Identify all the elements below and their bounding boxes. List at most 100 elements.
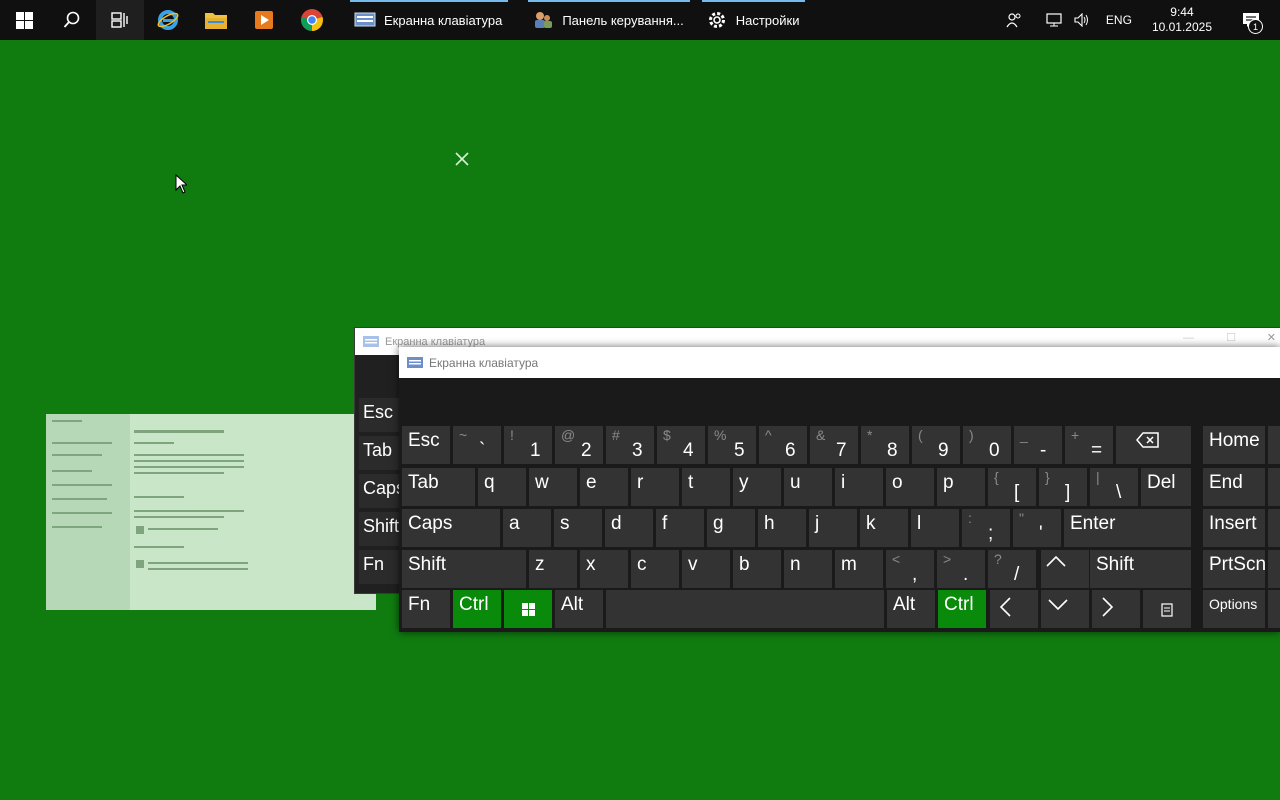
key-sym[interactable]: {[ <box>988 468 1036 506</box>
key-0[interactable]: ) 0 <box>963 426 1011 464</box>
volume-button[interactable] <box>1068 0 1096 40</box>
key-y[interactable]: y <box>733 468 781 506</box>
key-caps[interactable]: Caps <box>359 474 405 508</box>
key-s[interactable]: s <box>554 509 602 547</box>
key-o[interactable]: o <box>886 468 934 506</box>
language-indicator[interactable]: ENG <box>1096 0 1142 40</box>
key-k[interactable]: k <box>860 509 908 547</box>
settings-window-thumbnail[interactable] <box>46 414 376 610</box>
key-alt[interactable]: Alt <box>887 590 935 628</box>
key-sym[interactable]: " ' <box>1013 509 1061 547</box>
key-options[interactable]: Options <box>1203 590 1265 628</box>
key-tab[interactable]: Tab <box>402 468 475 506</box>
key-sym[interactable]: }] <box>1039 468 1087 506</box>
maximize-icon[interactable]: ☐ <box>1226 331 1236 344</box>
media-player-button[interactable] <box>240 0 288 40</box>
key-q[interactable]: q <box>478 468 526 506</box>
network-button[interactable] <box>1040 0 1068 40</box>
key-6[interactable]: ^ 6 <box>759 426 807 464</box>
key-g[interactable]: g <box>707 509 755 547</box>
clock[interactable]: 9:44 10.01.2025 <box>1142 0 1222 40</box>
key-h[interactable]: h <box>758 509 806 547</box>
close-icon[interactable] <box>452 149 472 169</box>
taskbar-app-control-panel[interactable]: Панель керування... <box>526 0 691 40</box>
key-tab[interactable]: Tab <box>359 436 399 470</box>
key-end[interactable]: End <box>1203 468 1265 506</box>
key-shift[interactable]: Shift <box>1090 550 1191 588</box>
key-prtscn[interactable]: PrtScn <box>1203 550 1266 588</box>
key-z[interactable]: z <box>529 550 577 588</box>
search-button[interactable] <box>48 0 96 40</box>
key-b[interactable]: b <box>733 550 781 588</box>
key-alt[interactable]: Alt <box>555 590 603 628</box>
taskbar-app-osk[interactable]: Екранна клавіатура <box>348 0 510 40</box>
key-n[interactable]: n <box>784 550 832 588</box>
key-context-menu[interactable] <box>1143 590 1191 628</box>
key-sym[interactable]: >. <box>937 550 985 588</box>
key-u[interactable]: u <box>784 468 832 506</box>
key-2[interactable]: @2 <box>555 426 603 464</box>
key-shift[interactable]: Shift <box>402 550 526 588</box>
key-home[interactable]: Home <box>1203 426 1265 464</box>
key-windows[interactable] <box>504 590 552 628</box>
minimize-icon[interactable]: — <box>1183 332 1194 344</box>
key-partial-edge[interactable] <box>1268 590 1280 628</box>
key-5[interactable]: % 5 <box>708 426 756 464</box>
chrome-button[interactable] <box>288 0 336 40</box>
close-icon[interactable]: ✕ <box>1267 331 1276 344</box>
key-e[interactable]: e <box>580 468 628 506</box>
key-x[interactable]: x <box>580 550 628 588</box>
key-insert[interactable]: Insert <box>1203 509 1265 547</box>
key-partial-edge[interactable] <box>1268 550 1280 588</box>
task-view-button[interactable] <box>96 0 144 40</box>
key-m[interactable]: m <box>835 550 883 588</box>
key-4[interactable]: $4 <box>657 426 705 464</box>
key-w[interactable]: w <box>529 468 577 506</box>
key-1[interactable]: ! 1 <box>504 426 552 464</box>
key-p[interactable]: p <box>937 468 985 506</box>
key-8[interactable]: * 8 <box>861 426 909 464</box>
key-ctrl[interactable]: Ctrl <box>453 590 501 628</box>
key-esc[interactable]: Esc <box>402 426 450 464</box>
key-7[interactable]: & 7 <box>810 426 858 464</box>
key-partial-edge[interactable] <box>1268 509 1280 547</box>
key-9[interactable]: (9 <box>912 426 960 464</box>
key-partial-edge[interactable] <box>1268 426 1280 464</box>
key-ctrl[interactable]: Ctrl <box>938 590 986 628</box>
edge-browser-button[interactable] <box>144 0 192 40</box>
action-center-button[interactable]: 1 <box>1222 0 1280 40</box>
key-partial-edge[interactable] <box>1268 468 1280 506</box>
key-sym[interactable]: + = <box>1065 426 1113 464</box>
key-f[interactable]: f <box>656 509 704 547</box>
window-titlebar[interactable]: Екранна клавіатура <box>399 347 1280 378</box>
key-sym[interactable]: _ - <box>1014 426 1062 464</box>
key-l[interactable]: l <box>911 509 959 547</box>
start-button[interactable] <box>0 0 48 40</box>
key-r[interactable]: r <box>631 468 679 506</box>
people-button[interactable] <box>1000 0 1028 40</box>
key-t[interactable]: t <box>682 468 730 506</box>
key-shift[interactable]: Shift <box>359 512 399 546</box>
key-a[interactable]: a <box>503 509 551 547</box>
key-c[interactable]: c <box>631 550 679 588</box>
key-arrow-down[interactable] <box>1041 590 1089 628</box>
key-enter[interactable]: Enter <box>1064 509 1191 547</box>
key-sym[interactable]: <, <box>886 550 934 588</box>
key-d[interactable]: d <box>605 509 653 547</box>
key-sym[interactable]: ? / <box>988 550 1036 588</box>
key-backspace[interactable] <box>1116 426 1191 464</box>
key-fn[interactable]: Fn <box>359 550 399 584</box>
key-sym[interactable]: ~ ` <box>453 426 501 464</box>
key-i[interactable]: i <box>835 468 883 506</box>
key-3[interactable]: #3 <box>606 426 654 464</box>
taskbar-app-settings[interactable]: Настройки <box>700 0 808 40</box>
key-sym[interactable]: :; <box>962 509 1010 547</box>
key-arrow-left[interactable] <box>990 590 1038 628</box>
key-del[interactable]: Del <box>1141 468 1191 506</box>
osk-window[interactable]: Екранна клавіатура Esc ~ `! 1 @2 #3 $4% 5 ^ 6 & 7 * 8… <box>399 347 1280 632</box>
key-j[interactable]: j <box>809 509 857 547</box>
key-caps[interactable]: Caps <box>402 509 500 547</box>
key-space[interactable] <box>606 590 884 628</box>
key-arrow-up[interactable] <box>1041 550 1089 588</box>
key-v[interactable]: v <box>682 550 730 588</box>
